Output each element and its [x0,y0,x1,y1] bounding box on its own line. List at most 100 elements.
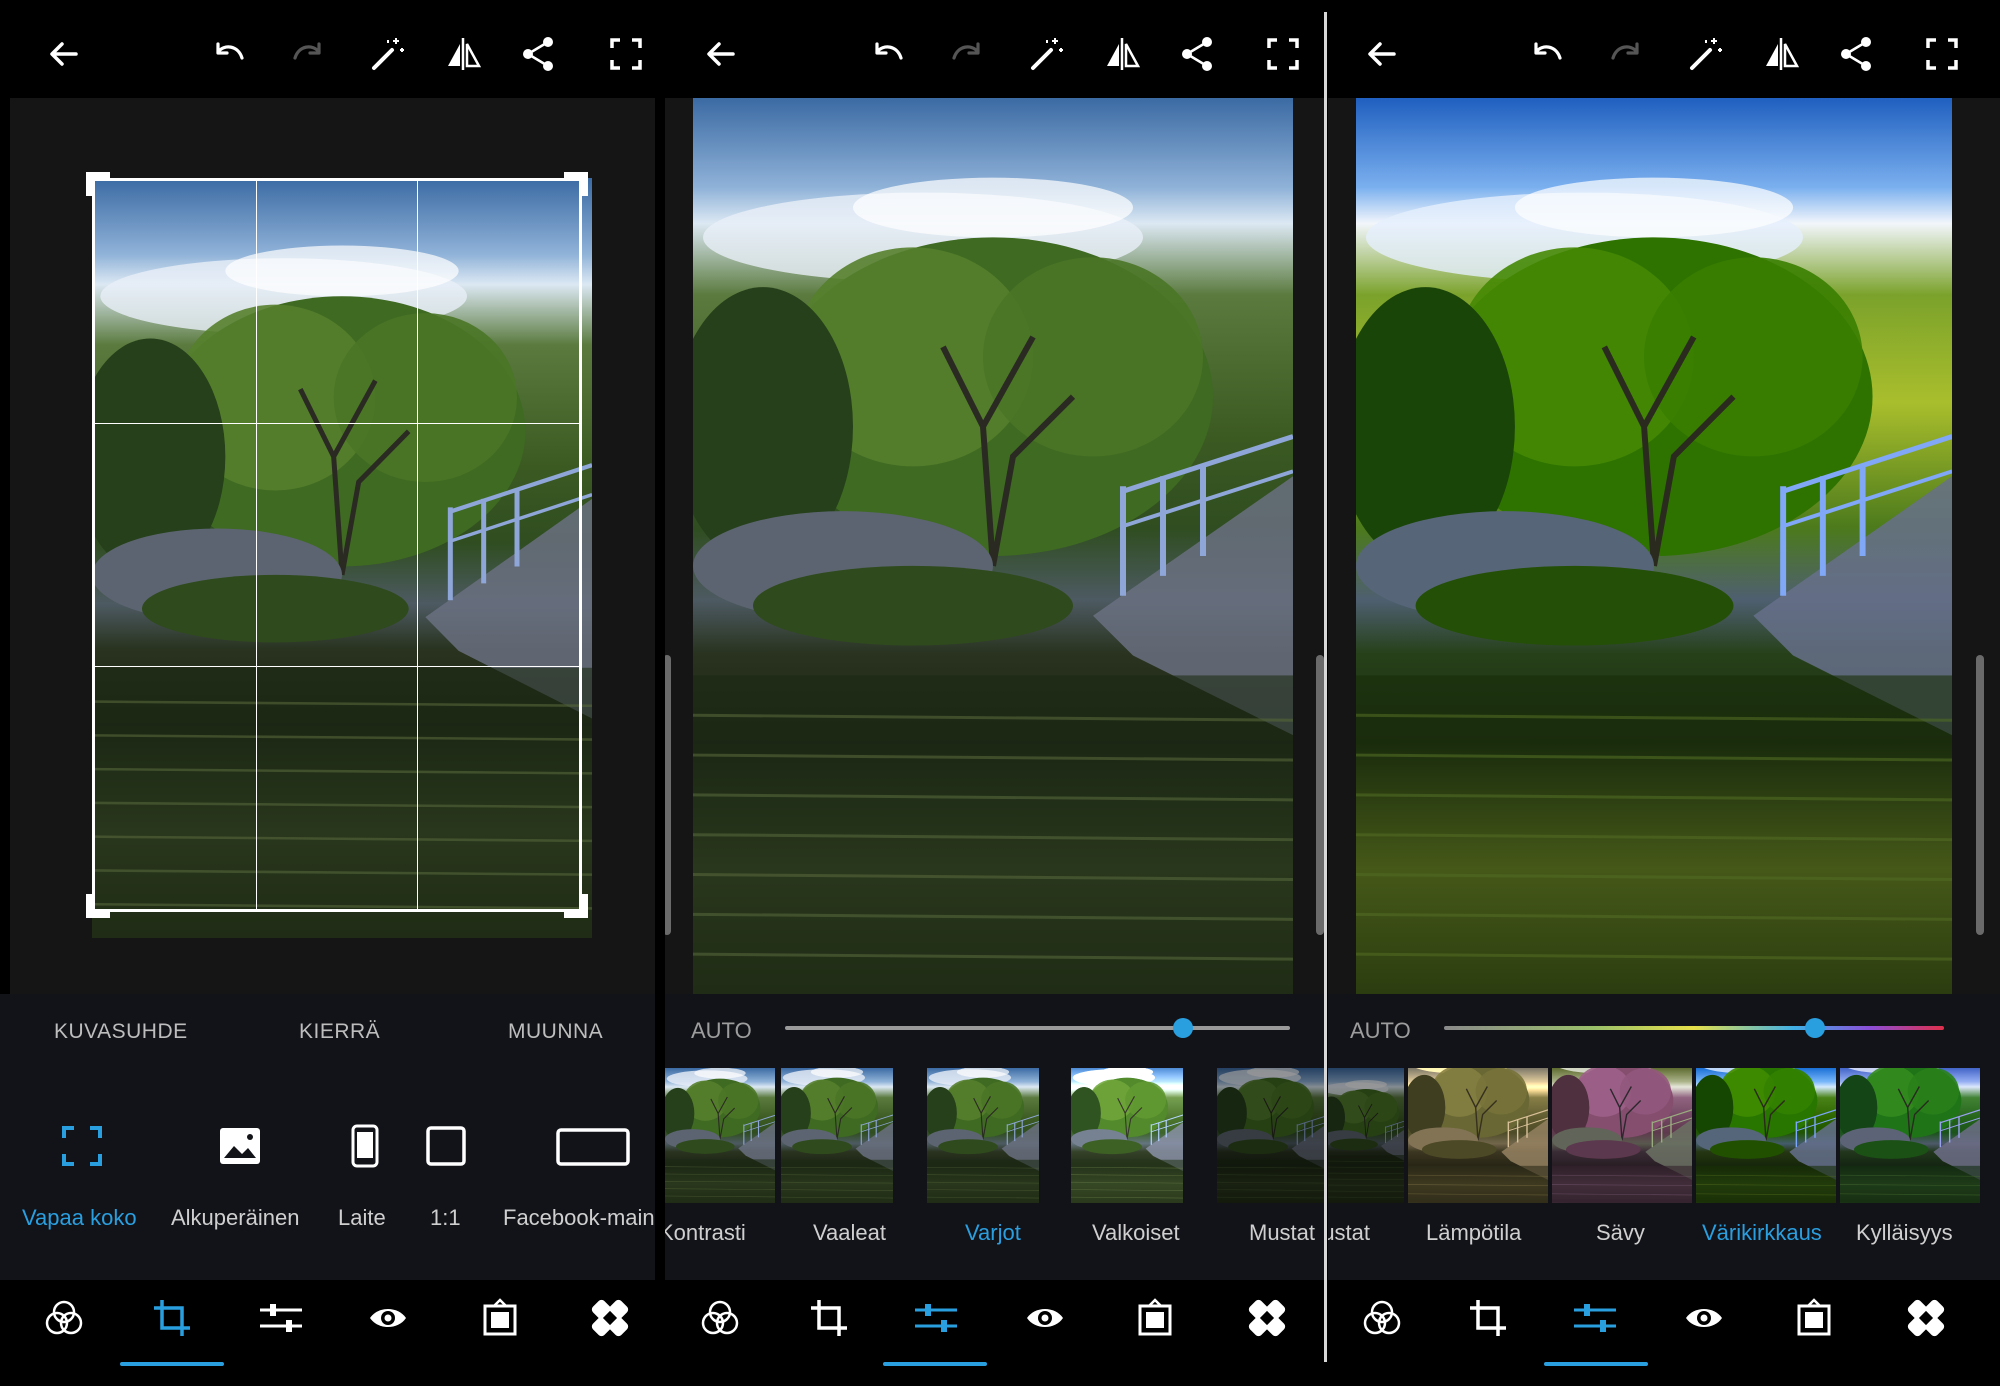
looks-circles-icon[interactable] [44,1298,84,1338]
image-icon[interactable] [218,1124,262,1168]
preset-label-vaaleat[interactable]: Vaaleat [813,1220,886,1246]
back-arrow-icon[interactable] [44,34,84,74]
share-icon[interactable] [1177,34,1217,74]
back-arrow-icon[interactable] [1362,34,1402,74]
wide-rect-icon[interactable] [556,1128,630,1166]
preset-label-valkoiset[interactable]: Valkoiset [1092,1220,1180,1246]
bandage-icon[interactable] [1247,1298,1287,1338]
preset-thumb-varikirkkaus[interactable] [1696,1068,1836,1203]
undo-icon[interactable] [208,34,248,74]
preset-thumb-varjot[interactable] [927,1068,1039,1203]
adjust-panel-light: AUTO Kontrasti Vaaleat Varjot Valkoiset … [665,0,1324,1386]
looks-circles-icon[interactable] [1362,1298,1402,1338]
frame-icon[interactable] [1794,1298,1834,1338]
preset-thumb-mustat[interactable] [1328,1068,1404,1203]
bottom-nav [0,1280,655,1386]
eye-icon[interactable] [1025,1298,1065,1338]
preset-thumb-kontrasti[interactable] [665,1068,775,1203]
bandage-icon[interactable] [590,1298,630,1338]
eye-icon[interactable] [368,1298,408,1338]
share-icon[interactable] [518,34,558,74]
crop-handle-br[interactable] [564,894,588,918]
crop-handle-tr[interactable] [564,172,588,196]
ratio-vapaa-koko[interactable]: Vapaa koko [22,1205,137,1231]
preset-label-kontrasti[interactable]: Kontrasti [665,1220,746,1246]
redo-icon[interactable] [948,34,988,74]
sliders-icon[interactable] [913,1298,959,1338]
tab-kierra[interactable]: KIERRÄ [299,1020,380,1044]
top-toolbar [1328,0,2000,98]
bandage-icon[interactable] [1906,1298,1946,1338]
tab-muunna[interactable]: MUUNNA [508,1020,603,1044]
preset-label-mustat[interactable]: Mustat [1328,1220,1370,1246]
ratio-laite[interactable]: Laite [338,1205,386,1231]
compare-icon[interactable] [1103,34,1143,74]
crop-handle-bl[interactable] [86,894,110,918]
adjust-slider-thumb[interactable] [1173,1018,1193,1038]
magic-wand-icon[interactable] [1027,34,1067,74]
auto-button[interactable]: AUTO [691,1018,752,1044]
preset-label-varjot[interactable]: Varjot [965,1220,1021,1246]
ratio-facebook-main[interactable]: Facebook-main [503,1205,655,1231]
top-toolbar [665,0,1324,98]
fullscreen-icon[interactable] [606,34,646,74]
vibrance-slider-track[interactable] [1444,1026,1944,1030]
crop-icon[interactable] [152,1298,192,1338]
compare-icon[interactable] [444,34,484,74]
square-icon[interactable] [426,1126,466,1166]
preset-label-savy[interactable]: Sävy [1596,1220,1645,1246]
preset-label-mustat[interactable]: Mustat [1249,1220,1315,1246]
undo-icon[interactable] [867,34,907,74]
tab-kuvasuhde[interactable]: KUVASUHDE [54,1020,188,1044]
top-toolbar [0,0,655,98]
vibrance-slider-thumb[interactable] [1805,1018,1825,1038]
share-icon[interactable] [1836,34,1876,74]
preset-thumb-lampotila[interactable] [1408,1068,1548,1203]
redo-icon[interactable] [1607,34,1647,74]
ratio-1-1[interactable]: 1:1 [430,1205,461,1231]
sliders-icon[interactable] [258,1298,304,1338]
ratio-alkuperainen[interactable]: Alkuperäinen [171,1205,299,1231]
free-crop-icon[interactable] [60,1124,104,1168]
edge-handle[interactable] [1976,655,1984,935]
magic-wand-icon[interactable] [368,34,408,74]
preset-thumb-savy[interactable] [1552,1068,1692,1203]
redo-icon[interactable] [289,34,329,74]
photo-canvas [1356,98,1952,994]
preset-thumb-kyllaisyys[interactable] [1840,1068,1980,1203]
eye-icon[interactable] [1684,1298,1724,1338]
compare-icon[interactable] [1762,34,1802,74]
preset-thumb-valkoiset[interactable] [1071,1068,1183,1203]
preset-thumb-vaaleat[interactable] [781,1068,893,1203]
frame-icon[interactable] [480,1298,520,1338]
undo-icon[interactable] [1526,34,1566,74]
edge-handle[interactable] [1316,655,1324,935]
looks-circles-icon[interactable] [700,1298,740,1338]
photo-canvas [693,98,1293,994]
sliders-icon[interactable] [1572,1298,1618,1338]
fullscreen-icon[interactable] [1263,34,1303,74]
preset-label-varikirkkaus[interactable]: Värikirkkaus [1702,1220,1822,1246]
photo-workspace [1328,98,2000,994]
preset-thumb-mustat[interactable] [1217,1068,1324,1203]
back-arrow-icon[interactable] [701,34,741,74]
bottom-nav [665,1280,1324,1386]
frame-icon[interactable] [1135,1298,1175,1338]
adjust-panel-color: AUTO Mustat Lämpötila Sävy Värikirkkaus … [1328,0,2000,1386]
crop-icon[interactable] [809,1298,849,1338]
adjust-slider-track[interactable] [785,1026,1290,1030]
auto-button[interactable]: AUTO [1350,1018,1411,1044]
nav-active-indicator [120,1362,224,1366]
phone-icon[interactable] [350,1124,380,1168]
crop-panel: KUVASUHDE KIERRÄ MUUNNA Vapaa koko Alkup… [0,0,655,1386]
preset-label-kyllaisyys[interactable]: Kylläisyys [1856,1220,1953,1246]
edge-handle[interactable] [665,655,671,935]
magic-wand-icon[interactable] [1686,34,1726,74]
fullscreen-icon[interactable] [1922,34,1962,74]
crop-frame[interactable] [92,178,582,912]
nav-active-indicator [883,1362,987,1366]
crop-handle-tl[interactable] [86,172,110,196]
crop-icon[interactable] [1468,1298,1508,1338]
preset-label-lampotila[interactable]: Lämpötila [1426,1220,1521,1246]
nav-active-indicator [1544,1362,1648,1366]
